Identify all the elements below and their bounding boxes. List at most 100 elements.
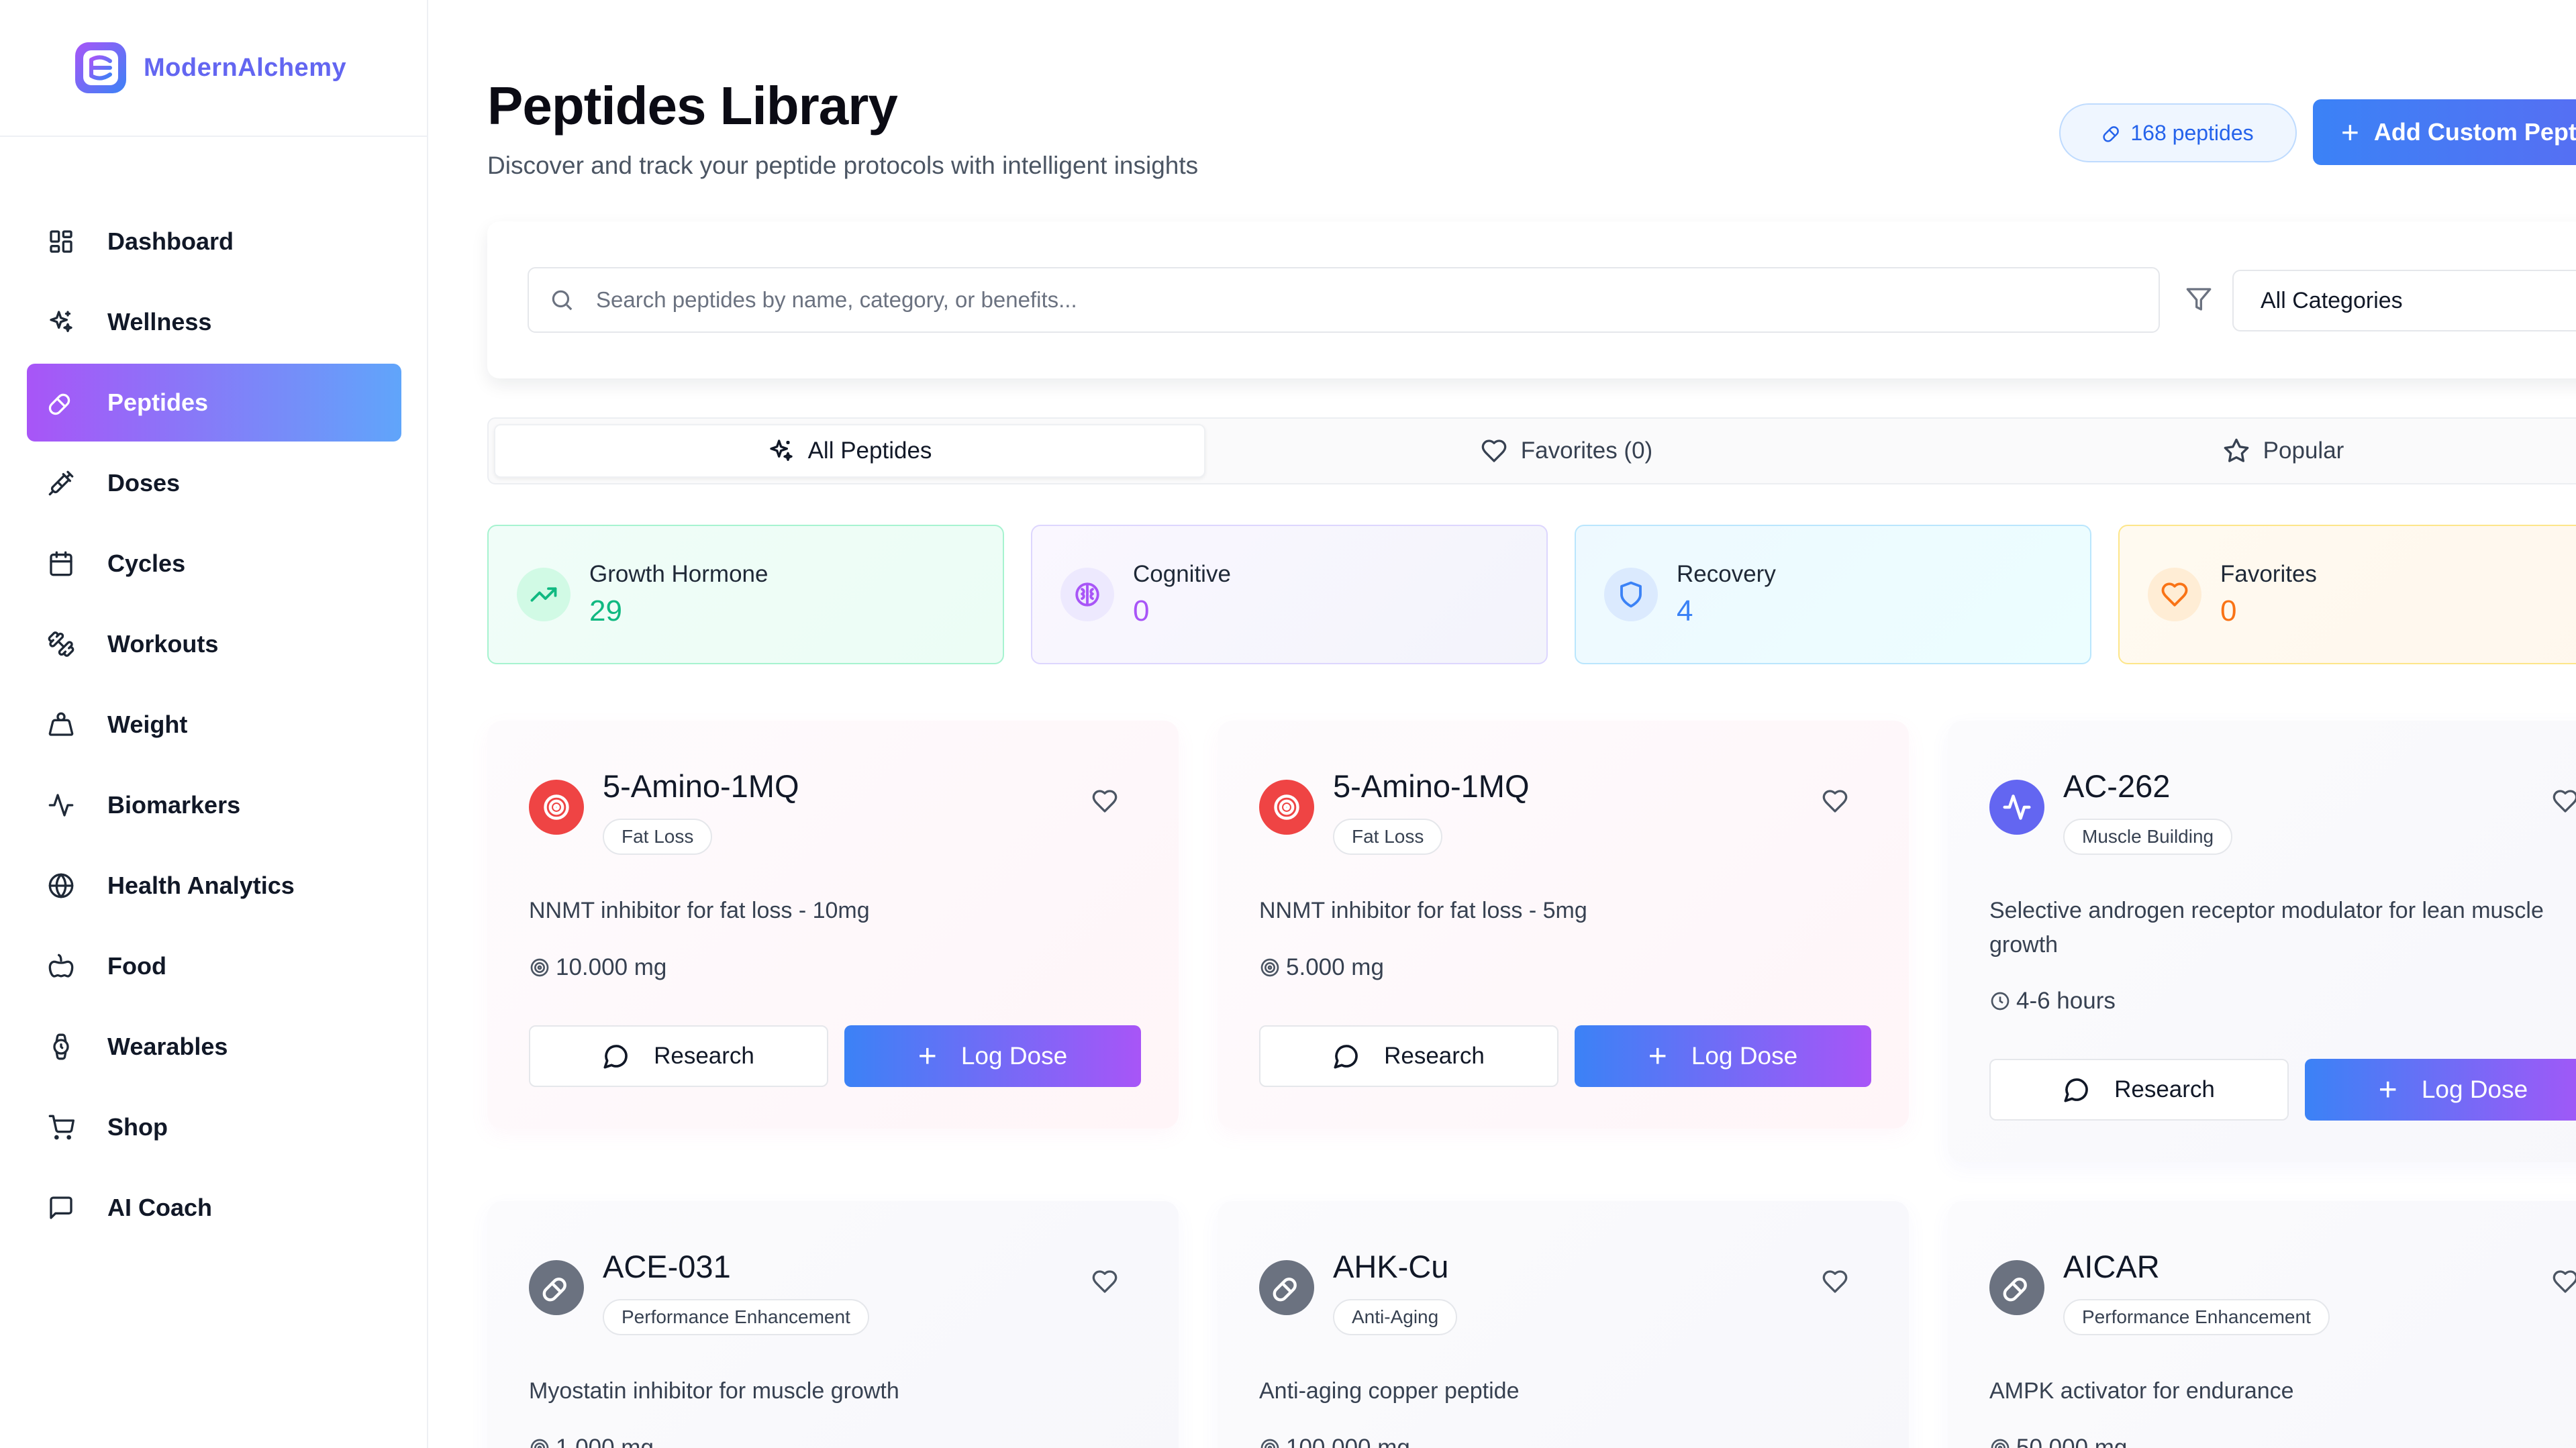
peptide-card[interactable]: AICAR Performance Enhancement AMPK activ… xyxy=(1948,1201,2576,1448)
favorite-heart-icon[interactable] xyxy=(1822,1268,1851,1298)
pill-icon xyxy=(47,389,75,417)
brand[interactable]: ModernAlchemy xyxy=(0,0,427,137)
peptide-count-badge: 168 peptides xyxy=(2059,103,2297,162)
research-button[interactable]: Research xyxy=(1259,1025,1558,1087)
peptide-card[interactable]: AC-262 Muscle Building Selective androge… xyxy=(1948,721,2576,1162)
target-icon xyxy=(529,780,584,835)
pill-icon xyxy=(1989,1260,2044,1315)
sidebar-item-peptides[interactable]: Peptides xyxy=(27,364,401,442)
peptide-description: Anti-aging copper peptide xyxy=(1259,1378,1520,1404)
pill-icon xyxy=(2103,126,2120,142)
filter-icon[interactable] xyxy=(2185,286,2214,314)
sidebar-item-weight[interactable]: Weight xyxy=(27,686,401,764)
category-badge: Performance Enhancement xyxy=(603,1299,869,1335)
sidebar-item-wellness[interactable]: Wellness xyxy=(27,283,401,361)
dosage-value: 50.000 mg xyxy=(2016,1435,2128,1448)
sparkles-icon xyxy=(769,439,793,461)
peptide-card[interactable]: AHK-Cu Anti-Aging Anti-aging copper pept… xyxy=(1218,1201,1909,1448)
peptide-name: AICAR xyxy=(2063,1249,2160,1284)
peptide-description: AMPK activator for endurance xyxy=(1989,1378,2294,1404)
target-icon xyxy=(530,958,549,977)
stat-favorites[interactable]: Favorites 0 xyxy=(2118,525,2576,664)
peptide-card[interactable]: ACE-031 Performance Enhancement Myostati… xyxy=(487,1201,1179,1448)
app-name: ModernAlchemy xyxy=(144,53,347,82)
target-icon xyxy=(1260,1439,1279,1448)
tab-label: Popular xyxy=(2263,437,2344,464)
plus-icon: + xyxy=(2378,1072,2397,1108)
tab-all-peptides[interactable]: All Peptides xyxy=(494,424,1205,478)
sidebar-item-label: Peptides xyxy=(107,389,209,416)
sidebar-item-label: Cycles xyxy=(107,550,186,577)
sidebar-item-food[interactable]: Food xyxy=(27,927,401,1005)
sidebar-item-doses[interactable]: Doses xyxy=(27,444,401,522)
page-subtitle: Discover and track your peptide protocol… xyxy=(487,152,1199,179)
peptide-description: Myostatin inhibitor for muscle growth xyxy=(529,1378,899,1404)
tab-label: Favorites (0) xyxy=(1520,437,1653,464)
sidebar-item-label: Health Analytics xyxy=(107,872,295,899)
search-box[interactable] xyxy=(528,267,2160,333)
sidebar-item-biomarkers[interactable]: Biomarkers xyxy=(27,766,401,844)
dumbbell-icon xyxy=(47,630,75,658)
log-dose-button[interactable]: + Log Dose xyxy=(2305,1059,2576,1121)
tab-favorites[interactable]: Favorites (0) xyxy=(1211,424,1922,478)
sidebar: ModernAlchemy Dashboard Wellness Peptide… xyxy=(0,0,428,1448)
stat-recovery[interactable]: Recovery 4 xyxy=(1575,525,2091,664)
category-badge: Muscle Building xyxy=(2063,819,2233,855)
favorite-heart-icon[interactable] xyxy=(2552,1268,2576,1298)
add-custom-peptide-button[interactable]: + Add Custom Peptide xyxy=(2313,99,2576,165)
peptide-name: ACE-031 xyxy=(603,1249,731,1284)
stat-cognitive[interactable]: Cognitive 0 xyxy=(1031,525,1548,664)
message-circle-icon xyxy=(1334,1045,1358,1069)
favorite-heart-icon[interactable] xyxy=(2552,788,2576,817)
favorite-heart-icon[interactable] xyxy=(1091,788,1121,817)
search-icon xyxy=(552,290,573,311)
calendar-icon xyxy=(47,550,75,578)
brain-icon xyxy=(1060,568,1114,621)
duration-value: 4-6 hours xyxy=(2016,988,2116,1014)
peptide-name: AC-262 xyxy=(2063,768,2171,804)
stat-value: 0 xyxy=(1133,594,1150,627)
sidebar-item-ai-coach[interactable]: AI Coach xyxy=(27,1169,401,1247)
peptide-card[interactable]: 5-Amino-1MQ Fat Loss NNMT inhibitor for … xyxy=(487,721,1179,1129)
globe-icon xyxy=(47,872,75,900)
peptide-description: Selective androgen receptor modulator fo… xyxy=(1989,898,2544,958)
sparkles-icon xyxy=(47,308,75,336)
peptide-card[interactable]: 5-Amino-1MQ Fat Loss NNMT inhibitor for … xyxy=(1218,721,1909,1129)
log-dose-button[interactable]: + Log Dose xyxy=(844,1025,1141,1087)
message-circle-icon xyxy=(2064,1078,2088,1102)
cart-icon xyxy=(47,1113,75,1141)
sidebar-item-dashboard[interactable]: Dashboard xyxy=(27,203,401,280)
research-button[interactable]: Research xyxy=(1989,1059,2289,1121)
sidebar-item-label: Doses xyxy=(107,469,181,497)
favorite-heart-icon[interactable] xyxy=(1822,788,1851,817)
heart-icon xyxy=(2148,568,2201,621)
tab-popular[interactable]: Popular xyxy=(1928,424,2576,478)
sidebar-item-health-analytics[interactable]: Health Analytics xyxy=(27,847,401,925)
dosage-meta: 100.000 mg xyxy=(1259,1435,1410,1448)
sidebar-item-label: Shop xyxy=(107,1113,168,1141)
dosage-meta: 50.000 mg xyxy=(1989,1435,2127,1448)
favorite-heart-icon[interactable] xyxy=(1091,1268,1121,1298)
sidebar-item-shop[interactable]: Shop xyxy=(27,1088,401,1166)
research-label: Research xyxy=(2114,1076,2215,1102)
sidebar-item-wearables[interactable]: Wearables xyxy=(27,1008,401,1086)
logo-icon xyxy=(75,42,126,93)
target-icon xyxy=(1259,780,1314,835)
log-dose-button[interactable]: + Log Dose xyxy=(1575,1025,1871,1087)
search-input[interactable] xyxy=(596,287,2073,313)
trending-up-icon xyxy=(517,568,571,621)
sidebar-item-cycles[interactable]: Cycles xyxy=(27,525,401,603)
activity-icon xyxy=(47,791,75,819)
stat-growth-hormone[interactable]: Growth Hormone 29 xyxy=(487,525,1004,664)
category-badge: Fat Loss xyxy=(603,819,713,855)
sidebar-item-workouts[interactable]: Workouts xyxy=(27,605,401,683)
tab-label: All Peptides xyxy=(807,437,932,464)
dosage-meta: 1.000 mg xyxy=(529,1435,654,1448)
dosage-value: 100.000 mg xyxy=(1286,1435,1410,1448)
category-badge: Fat Loss xyxy=(1333,819,1443,855)
stat-value: 29 xyxy=(589,594,622,627)
peptide-description: NNMT inhibitor for fat loss - 5mg xyxy=(1259,898,1587,923)
stat-label: Favorites xyxy=(2220,561,2317,587)
research-button[interactable]: Research xyxy=(529,1025,828,1087)
category-select[interactable]: All Categories xyxy=(2232,270,2576,331)
